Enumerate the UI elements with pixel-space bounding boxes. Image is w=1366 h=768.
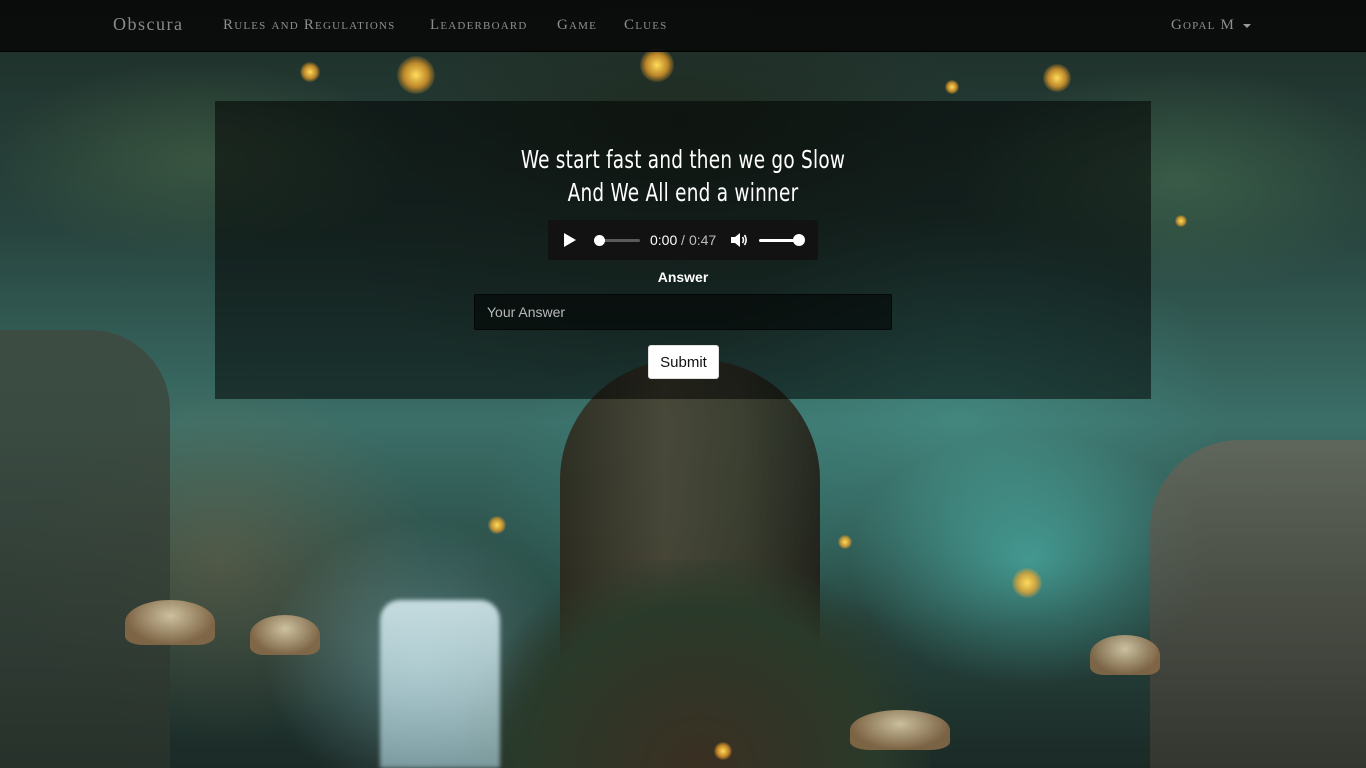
firefly	[945, 80, 959, 94]
brand-logo[interactable]: Obscura	[113, 14, 183, 35]
audio-player: 0:00 / 0:47	[548, 220, 818, 260]
play-icon[interactable]	[564, 233, 576, 247]
rock-right	[1150, 440, 1366, 768]
submit-button[interactable]: Submit	[648, 345, 719, 379]
mushroom	[125, 600, 215, 645]
current-time: 0:00	[650, 232, 678, 248]
caret-down-icon	[1243, 23, 1252, 28]
duration: 0:47	[689, 232, 717, 248]
answer-label: Answer	[657, 269, 709, 285]
answer-input[interactable]	[474, 294, 892, 330]
user-name: Gopal M	[1171, 17, 1236, 33]
firefly	[488, 516, 506, 534]
nav-rules-link[interactable]: Rules and Regulations	[223, 17, 395, 34]
firefly	[1012, 568, 1042, 598]
time-separator: /	[681, 232, 685, 248]
clue-text-line-2: And We All end a winner	[567, 178, 799, 207]
firefly	[1175, 215, 1187, 227]
rock-left	[0, 330, 170, 768]
volume-icon[interactable]	[730, 232, 748, 248]
top-navbar: Obscura Rules and Regulations Leaderboar…	[0, 0, 1366, 52]
firefly	[300, 62, 320, 82]
seek-handle[interactable]	[594, 235, 605, 246]
mushroom	[250, 615, 320, 655]
firefly	[714, 742, 732, 760]
waterfall	[380, 600, 500, 768]
firefly	[1043, 64, 1071, 92]
nav-leaderboard-link[interactable]: Leaderboard	[430, 17, 528, 34]
nav-clues-link[interactable]: Clues	[624, 17, 668, 34]
volume-handle[interactable]	[793, 234, 805, 246]
nav-game-link[interactable]: Game	[557, 17, 597, 34]
firefly	[838, 535, 852, 549]
firefly	[397, 56, 435, 94]
mushroom	[850, 710, 950, 750]
clue-panel: We start fast and then we go Slow And We…	[215, 101, 1151, 399]
user-menu-dropdown[interactable]: Gopal M	[1171, 17, 1252, 34]
clue-text-line-1: We start fast and then we go Slow	[520, 145, 846, 174]
mushroom	[1090, 635, 1160, 675]
firefly	[640, 48, 674, 82]
